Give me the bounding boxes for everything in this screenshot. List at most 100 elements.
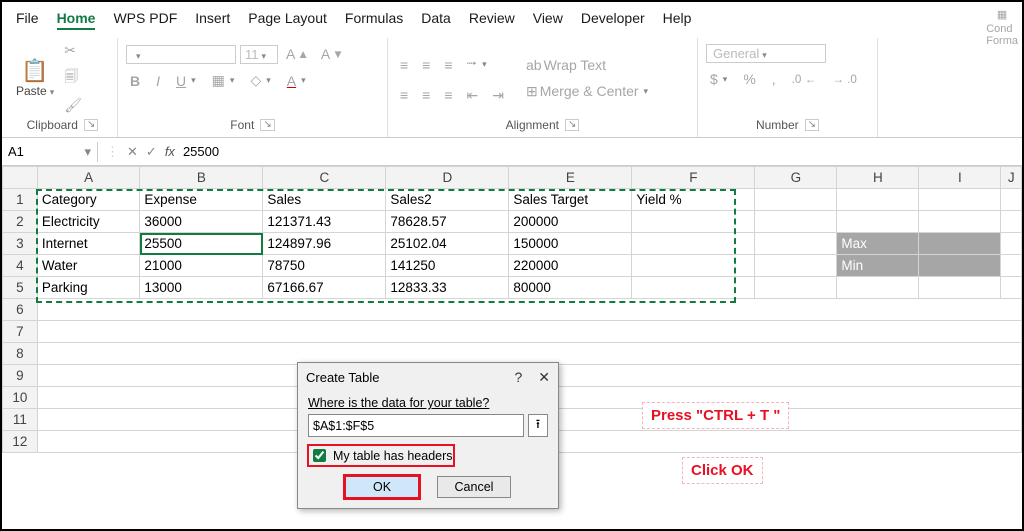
- row-header[interactable]: 8: [3, 343, 38, 365]
- align-middle-button[interactable]: ≡: [418, 51, 434, 79]
- select-all-corner[interactable]: [3, 167, 38, 189]
- ok-button[interactable]: OK: [345, 476, 419, 498]
- menu-data[interactable]: Data: [421, 10, 451, 30]
- headers-checkbox[interactable]: [313, 449, 326, 462]
- cell[interactable]: 200000: [509, 211, 632, 233]
- cell[interactable]: Parking: [37, 277, 140, 299]
- cell[interactable]: [919, 189, 1001, 211]
- bold-button[interactable]: B: [126, 70, 144, 91]
- cell[interactable]: [1001, 189, 1022, 211]
- comma-style-button[interactable]: ,: [768, 69, 780, 89]
- align-center-button[interactable]: ≡: [418, 85, 434, 106]
- cell[interactable]: [1001, 255, 1022, 277]
- cell[interactable]: 21000: [140, 255, 263, 277]
- row-header[interactable]: 5: [3, 277, 38, 299]
- cell[interactable]: 80000: [509, 277, 632, 299]
- cancel-button[interactable]: Cancel: [437, 476, 511, 498]
- cell[interactable]: Water: [37, 255, 140, 277]
- wrap-text-button[interactable]: ab Wrap Text: [522, 55, 652, 75]
- decrease-decimal-button[interactable]: → .0: [828, 69, 861, 89]
- cell[interactable]: [755, 189, 837, 211]
- cell[interactable]: 78750: [263, 255, 386, 277]
- col-header[interactable]: E: [509, 167, 632, 189]
- menu-review[interactable]: Review: [469, 10, 515, 30]
- number-dialog-launcher[interactable]: ↘: [805, 119, 819, 131]
- row-header[interactable]: 9: [3, 365, 38, 387]
- col-header[interactable]: F: [632, 167, 755, 189]
- increase-indent-button[interactable]: ⇥: [488, 85, 508, 106]
- cell[interactable]: Sales2: [386, 189, 509, 211]
- cell[interactable]: [755, 277, 837, 299]
- cell[interactable]: [632, 233, 755, 255]
- cell[interactable]: 78628.57: [386, 211, 509, 233]
- range-picker-icon[interactable]: ⭱: [528, 414, 548, 437]
- cell[interactable]: 141250: [386, 255, 509, 277]
- orientation-button[interactable]: ⭬: [463, 51, 491, 79]
- headers-checkbox-row[interactable]: My table has headers: [308, 445, 454, 466]
- cell[interactable]: [632, 277, 755, 299]
- cell[interactable]: Yield %: [632, 189, 755, 211]
- paste-button[interactable]: 📋 Paste: [16, 58, 54, 98]
- confirm-edit-icon[interactable]: ✓: [146, 144, 157, 160]
- menu-home[interactable]: Home: [57, 10, 96, 30]
- copy-button[interactable]: 🗐: [60, 64, 86, 92]
- row-header[interactable]: 12: [3, 431, 38, 453]
- cell[interactable]: [919, 211, 1001, 233]
- name-box[interactable]: A1▾: [2, 142, 98, 162]
- cell-max-label[interactable]: Max: [837, 233, 919, 255]
- cell[interactable]: [755, 233, 837, 255]
- menu-insert[interactable]: Insert: [195, 10, 230, 30]
- font-dialog-launcher[interactable]: ↘: [260, 119, 274, 131]
- cell[interactable]: [755, 211, 837, 233]
- align-right-button[interactable]: ≡: [440, 85, 456, 106]
- conditional-formatting-button[interactable]: ▦ Cond Forma: [986, 8, 1018, 47]
- cell[interactable]: Expense: [140, 189, 263, 211]
- cell[interactable]: [632, 255, 755, 277]
- cell[interactable]: Electricity: [37, 211, 140, 233]
- formula-input[interactable]: 25500: [183, 144, 219, 159]
- cell[interactable]: [837, 211, 919, 233]
- row-header[interactable]: 4: [3, 255, 38, 277]
- cell[interactable]: [755, 255, 837, 277]
- menu-help[interactable]: Help: [663, 10, 692, 30]
- increase-font-button[interactable]: A▲: [282, 44, 313, 64]
- row-header[interactable]: 6: [3, 299, 38, 321]
- cell[interactable]: 13000: [140, 277, 263, 299]
- cell[interactable]: [919, 255, 1001, 277]
- cell[interactable]: 12833.33: [386, 277, 509, 299]
- alignment-dialog-launcher[interactable]: ↘: [565, 119, 579, 131]
- col-header[interactable]: G: [755, 167, 837, 189]
- cell-active[interactable]: 25500: [140, 233, 263, 255]
- menu-view[interactable]: View: [533, 10, 563, 30]
- align-top-button[interactable]: ≡: [396, 51, 412, 79]
- help-icon[interactable]: ?: [514, 369, 522, 386]
- menu-page-layout[interactable]: Page Layout: [248, 10, 327, 30]
- font-name-box[interactable]: [126, 45, 236, 64]
- cell[interactable]: [37, 321, 1021, 343]
- cell[interactable]: 25102.04: [386, 233, 509, 255]
- col-header[interactable]: H: [837, 167, 919, 189]
- cell-min-label[interactable]: Min: [837, 255, 919, 277]
- decrease-indent-button[interactable]: ⇤: [463, 85, 483, 106]
- cell[interactable]: [1001, 233, 1022, 255]
- cell[interactable]: [919, 233, 1001, 255]
- cell[interactable]: 121371.43: [263, 211, 386, 233]
- close-icon[interactable]: ✕: [538, 369, 550, 386]
- align-bottom-button[interactable]: ≡: [440, 51, 456, 79]
- cut-button[interactable]: ✂: [60, 40, 86, 61]
- align-left-button[interactable]: ≡: [396, 85, 412, 106]
- fill-color-button[interactable]: ◇: [246, 70, 274, 91]
- col-header[interactable]: J: [1001, 167, 1022, 189]
- cell[interactable]: 150000: [509, 233, 632, 255]
- row-header[interactable]: 10: [3, 387, 38, 409]
- cell[interactable]: 67166.67: [263, 277, 386, 299]
- menu-formulas[interactable]: Formulas: [345, 10, 403, 30]
- clipboard-dialog-launcher[interactable]: ↘: [84, 119, 98, 131]
- cell[interactable]: [919, 277, 1001, 299]
- cell[interactable]: Category: [37, 189, 140, 211]
- row-header[interactable]: 3: [3, 233, 38, 255]
- font-size-box[interactable]: 11: [240, 45, 278, 64]
- borders-button[interactable]: ▦: [208, 70, 239, 91]
- row-header[interactable]: 11: [3, 409, 38, 431]
- accounting-format-button[interactable]: $: [706, 69, 731, 89]
